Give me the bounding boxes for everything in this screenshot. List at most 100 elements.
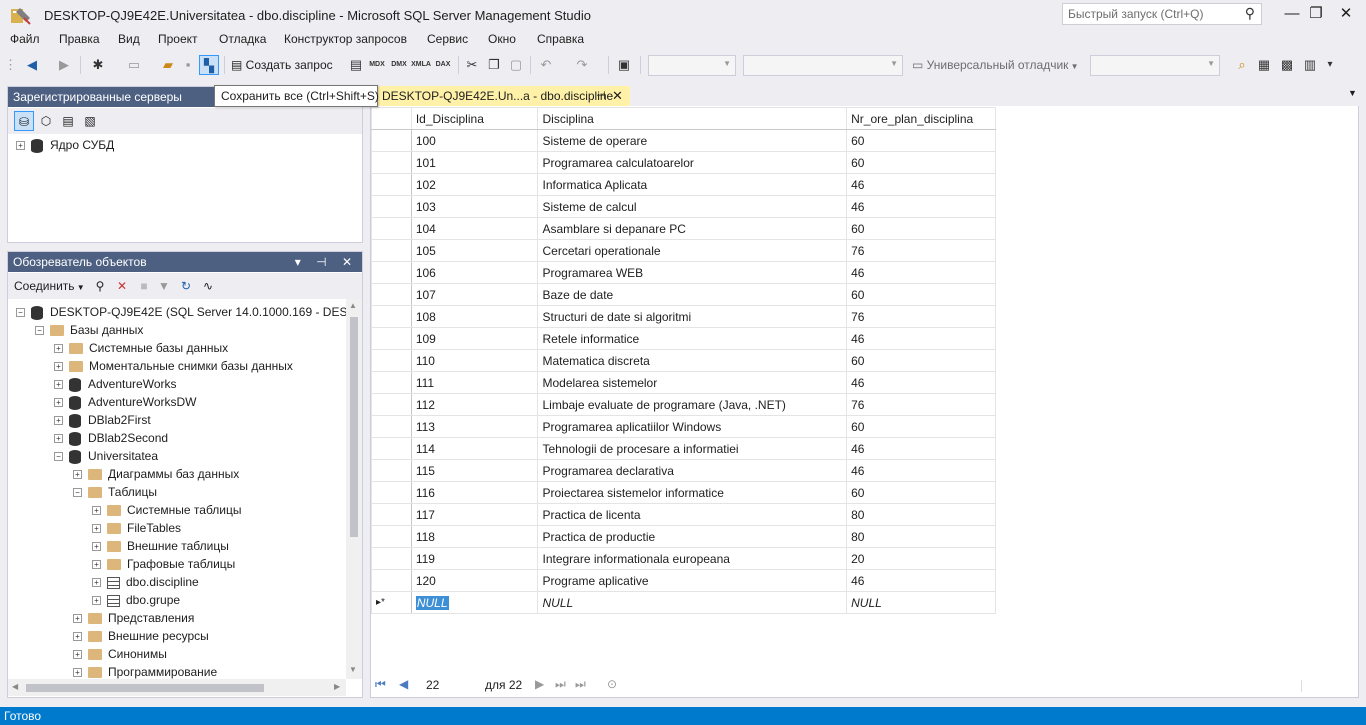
table-cell[interactable]: 108 bbox=[410, 305, 539, 328]
row-selector[interactable] bbox=[371, 217, 412, 240]
expand-icon[interactable]: + bbox=[92, 524, 101, 534]
row-selector[interactable] bbox=[371, 437, 412, 460]
stop-icon[interactable]: ⊙ bbox=[607, 677, 617, 691]
filter-icon[interactable]: ▼ bbox=[154, 276, 174, 296]
table-cell[interactable]: 80 bbox=[846, 525, 996, 548]
open-file-icon[interactable]: ▰ bbox=[158, 55, 178, 75]
table-cell[interactable]: Programe aplicative bbox=[537, 569, 848, 592]
column-header-id[interactable]: Id_Disciplina bbox=[410, 107, 539, 130]
tab-dbo-discipline[interactable]: DESKTOP-QJ9E42E.Un...a - dbo.discipline bbox=[374, 86, 630, 106]
tab-list-dropdown-icon[interactable]: ▼ bbox=[1348, 88, 1357, 98]
expand-icon[interactable]: + bbox=[73, 470, 82, 480]
tree-item[interactable]: + Внешние таблицы bbox=[92, 537, 229, 555]
column-header-disciplina[interactable]: Disciplina bbox=[537, 107, 848, 130]
table-cell[interactable]: Matematica discreta bbox=[537, 349, 848, 372]
integration-services-icon[interactable]: ▧ bbox=[80, 111, 100, 131]
menu-view[interactable]: Вид bbox=[118, 32, 140, 46]
table-cell[interactable]: 112 bbox=[410, 393, 539, 416]
reporting-services-icon[interactable]: ▤ bbox=[58, 111, 78, 131]
table-cell[interactable]: 80 bbox=[846, 503, 996, 526]
tree-item[interactable]: + Системные базы данных bbox=[54, 339, 228, 357]
tree-item[interactable]: + FileTables bbox=[92, 519, 181, 537]
connect-dropdown[interactable]: Соединить ▼ bbox=[14, 279, 85, 293]
row-selector[interactable] bbox=[371, 173, 412, 196]
table-cell[interactable]: 76 bbox=[846, 239, 996, 262]
redo-icon[interactable]: ↷ bbox=[572, 55, 592, 75]
table-cell[interactable]: Baze de date bbox=[537, 283, 848, 306]
expand-icon[interactable]: + bbox=[16, 141, 25, 151]
row-selector[interactable] bbox=[371, 239, 412, 262]
row-selector[interactable] bbox=[371, 547, 412, 570]
new-project-icon[interactable]: ✱ bbox=[88, 55, 108, 75]
tree-item[interactable]: + dbo.discipline bbox=[92, 573, 199, 591]
table-cell[interactable]: 60 bbox=[846, 151, 996, 174]
copy-icon[interactable]: ❐ bbox=[484, 55, 504, 75]
table-cell[interactable]: 46 bbox=[846, 459, 996, 482]
analysis-services-icon[interactable]: ⬡ bbox=[36, 111, 56, 131]
toolbar-overflow-icon[interactable]: ▾ bbox=[1320, 55, 1340, 75]
row-selector[interactable] bbox=[371, 283, 412, 306]
tree-item[interactable]: + AdventureWorks bbox=[54, 375, 176, 393]
table-cell[interactable]: 107 bbox=[410, 283, 539, 306]
expand-icon[interactable]: + bbox=[54, 434, 63, 444]
table-cell[interactable]: 60 bbox=[846, 349, 996, 372]
next-record-icon[interactable]: ▶ bbox=[535, 677, 544, 691]
grid-horizontal-scrollbar[interactable] bbox=[1301, 680, 1358, 692]
row-selector-header[interactable] bbox=[371, 107, 412, 130]
table-cell[interactable]: 46 bbox=[846, 195, 996, 218]
table-cell[interactable]: 100 bbox=[410, 129, 539, 152]
row-selector[interactable] bbox=[371, 459, 412, 482]
tree-item[interactable]: + Моментальные снимки базы данных bbox=[54, 357, 293, 375]
tree-item[interactable]: − Universitatea bbox=[54, 447, 158, 465]
menu-edit[interactable]: Правка bbox=[59, 32, 100, 46]
tree-item-database-engine[interactable]: + Ядро СУБД bbox=[16, 136, 114, 154]
paste-icon[interactable]: ▢ bbox=[506, 55, 526, 75]
table-cell[interactable]: 118 bbox=[410, 525, 539, 548]
scrollbar-thumb[interactable] bbox=[26, 684, 264, 692]
table-cell[interactable]: Cercetari operationale bbox=[537, 239, 848, 262]
table-cell[interactable]: 76 bbox=[846, 305, 996, 328]
table-cell[interactable]: 110 bbox=[410, 349, 539, 372]
tree-item[interactable]: + AdventureWorksDW bbox=[54, 393, 196, 411]
menu-query-designer[interactable]: Конструктор запросов bbox=[284, 32, 407, 46]
row-selector[interactable] bbox=[371, 195, 412, 218]
table-cell[interactable]: Integrare informationala europeana bbox=[537, 547, 848, 570]
expand-icon[interactable]: + bbox=[54, 416, 63, 426]
table-cell[interactable]: Structuri de date si algoritmi bbox=[537, 305, 848, 328]
row-selector[interactable] bbox=[371, 151, 412, 174]
platform-dropdown[interactable]: ▼ bbox=[743, 55, 903, 76]
table-cell[interactable]: 113 bbox=[410, 415, 539, 438]
table-cell[interactable]: 116 bbox=[410, 481, 539, 504]
table-cell[interactable]: 120 bbox=[410, 569, 539, 592]
menu-tools[interactable]: Сервис bbox=[427, 32, 468, 46]
activity-icon[interactable]: ∿ bbox=[198, 276, 218, 296]
solution-config-dropdown[interactable]: ▼ bbox=[648, 55, 736, 76]
table-cell[interactable]: Programarea declarativa bbox=[537, 459, 848, 482]
forward-icon[interactable]: ▶ bbox=[54, 55, 74, 75]
xmla-query-icon[interactable]: XMLA bbox=[411, 55, 431, 75]
scroll-left-icon[interactable]: ◀ bbox=[12, 682, 18, 691]
table-cell[interactable]: Modelarea sistemelor bbox=[537, 371, 848, 394]
table-cell[interactable]: 104 bbox=[410, 217, 539, 240]
collapse-icon[interactable]: − bbox=[54, 452, 63, 462]
back-icon[interactable]: ◀ bbox=[22, 55, 42, 75]
menu-window[interactable]: Окно bbox=[488, 32, 516, 46]
expand-icon[interactable]: + bbox=[73, 650, 82, 660]
object-explorer-icon[interactable]: ▩ bbox=[1277, 55, 1297, 75]
menu-help[interactable]: Справка bbox=[537, 32, 584, 46]
table-cell[interactable]: Asamblare si depanare PC bbox=[537, 217, 848, 240]
table-cell[interactable]: 115 bbox=[410, 459, 539, 482]
add-item-icon[interactable]: ▭ bbox=[124, 55, 144, 75]
cut-icon[interactable]: ✂ bbox=[462, 55, 482, 75]
expand-icon[interactable]: + bbox=[73, 668, 82, 678]
table-cell[interactable]: 46 bbox=[846, 173, 996, 196]
scroll-up-icon[interactable]: ▲ bbox=[349, 301, 357, 310]
stop-icon[interactable]: ■ bbox=[134, 276, 154, 296]
scroll-down-icon[interactable]: ▼ bbox=[349, 665, 357, 674]
table-cell[interactable]: Practica de productie bbox=[537, 525, 848, 548]
expand-icon[interactable]: + bbox=[54, 344, 63, 354]
table-cell[interactable]: Tehnologii de procesare a informatiei bbox=[537, 437, 848, 460]
row-selector[interactable] bbox=[371, 261, 412, 284]
panel-window-buttons[interactable]: ▾ ⊣ ✕ bbox=[295, 252, 358, 272]
expand-icon[interactable]: + bbox=[73, 632, 82, 642]
